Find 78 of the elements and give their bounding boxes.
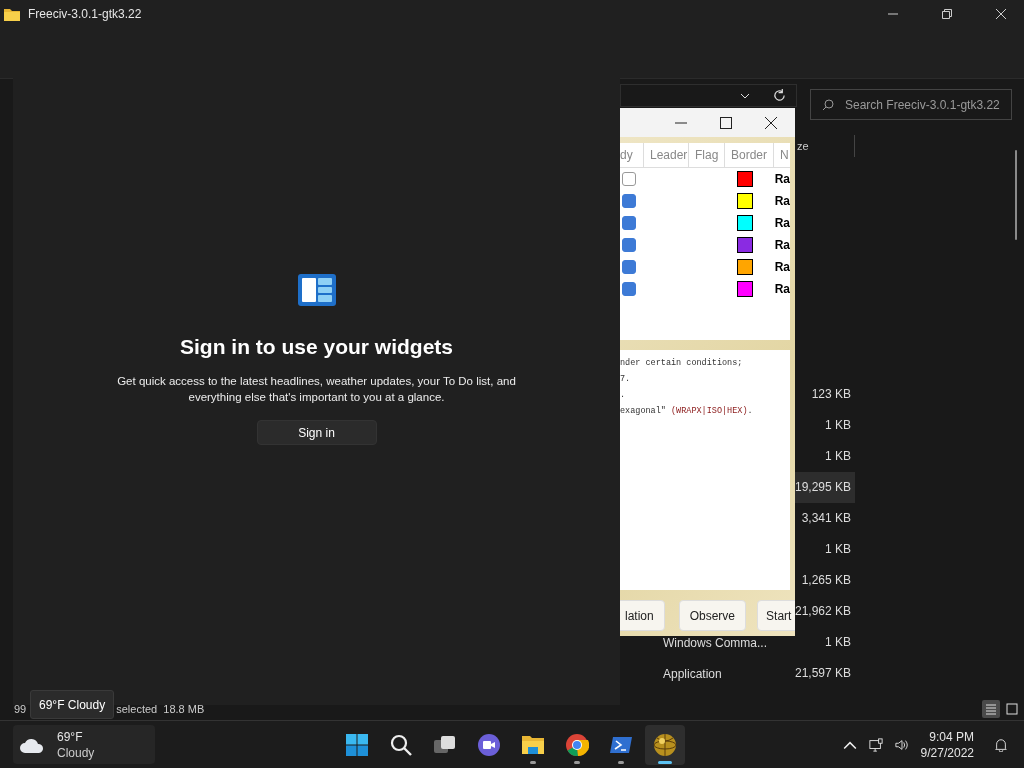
tile-view-icon bbox=[1006, 703, 1018, 715]
window-title: Freeciv-3.0.1-gtk3.22 bbox=[28, 7, 142, 21]
dialog-button[interactable]: lation bbox=[620, 600, 665, 631]
chevron-down-icon[interactable] bbox=[740, 92, 750, 99]
weather-condition: Cloudy bbox=[57, 744, 95, 761]
player-name: Ra bbox=[774, 172, 790, 186]
refresh-icon[interactable] bbox=[773, 89, 786, 102]
globe-icon bbox=[653, 732, 677, 757]
item-count: 99 bbox=[14, 703, 27, 715]
running-indicator bbox=[574, 760, 580, 764]
sign-in-button[interactable]: Sign in bbox=[256, 420, 377, 445]
player-name: Ra bbox=[774, 194, 790, 208]
browser-icon bbox=[565, 732, 589, 757]
tiles-view-button[interactable] bbox=[1003, 700, 1021, 718]
log-line: nder certain conditions; bbox=[620, 358, 744, 370]
running-indicator bbox=[618, 760, 624, 764]
column-header[interactable]: dy bbox=[620, 143, 644, 167]
file-size[interactable]: 19,295 KB bbox=[793, 472, 855, 503]
clock-time: 9:04 PM bbox=[929, 728, 974, 745]
temperature: 69°F bbox=[57, 728, 84, 745]
file-size[interactable]: 3,341 KB bbox=[793, 503, 855, 534]
player-name: Ra bbox=[774, 238, 790, 252]
list-view-icon bbox=[985, 703, 997, 715]
file-size[interactable]: 21,962 KB bbox=[793, 596, 855, 627]
widgets-heading: Sign in to use your widgets bbox=[180, 335, 453, 359]
search-icon bbox=[389, 732, 413, 757]
details-view-button[interactable] bbox=[982, 700, 1000, 718]
clock[interactable]: 9:04 PM 9/27/2022 bbox=[920, 728, 974, 761]
search-field[interactable]: Search Freeciv-3.0.1-gtk3.22 bbox=[810, 89, 1012, 120]
video-camera-icon bbox=[477, 732, 501, 757]
column-header[interactable]: ze bbox=[797, 139, 809, 152]
file-size[interactable]: 1 KB bbox=[793, 627, 855, 658]
file-type: Application bbox=[663, 666, 722, 681]
file-size[interactable]: 1 KB bbox=[793, 441, 855, 472]
file-size[interactable]: 1,265 KB bbox=[793, 565, 855, 596]
ready-checkbox[interactable] bbox=[622, 238, 636, 252]
running-indicator bbox=[658, 760, 672, 764]
network-icon[interactable] bbox=[868, 737, 883, 752]
dialog-button[interactable]: Start bbox=[757, 600, 795, 631]
widgets-icon bbox=[297, 274, 336, 306]
log-line: 7. bbox=[620, 374, 632, 386]
column-header[interactable]: Flag bbox=[689, 143, 725, 167]
column-header[interactable]: Border bbox=[725, 143, 774, 167]
maximize-icon[interactable] bbox=[720, 116, 732, 129]
file-size[interactable]: 1 KB bbox=[793, 534, 855, 565]
log-line: exagonal" (WRAPX|ISO|HEX). bbox=[620, 406, 754, 418]
running-indicator bbox=[530, 760, 536, 764]
player-name: Ra bbox=[774, 282, 790, 296]
column-header[interactable]: N bbox=[774, 143, 789, 167]
file-size[interactable]: 1 KB bbox=[793, 410, 855, 441]
ready-checkbox[interactable] bbox=[622, 282, 636, 296]
log-line: . bbox=[620, 390, 627, 402]
close-icon[interactable] bbox=[765, 116, 777, 129]
restore-icon[interactable] bbox=[942, 9, 952, 19]
speaker-icon[interactable] bbox=[894, 737, 909, 752]
ready-checkbox[interactable] bbox=[622, 194, 636, 208]
weather-widget[interactable]: 69°F Cloudy bbox=[13, 725, 155, 764]
notification-bell-icon[interactable] bbox=[994, 737, 1008, 752]
search-icon bbox=[822, 99, 834, 111]
freeciv-taskbar-button[interactable] bbox=[645, 724, 685, 765]
player-name: Ra bbox=[774, 260, 790, 274]
file-type: Windows Comma... bbox=[663, 635, 768, 650]
ready-checkbox[interactable] bbox=[622, 172, 636, 186]
ready-checkbox[interactable] bbox=[622, 260, 636, 274]
file-size[interactable]: 123 KB bbox=[793, 379, 855, 410]
windows-logo-icon bbox=[345, 732, 369, 757]
folder-icon bbox=[4, 7, 20, 21]
ready-checkbox[interactable] bbox=[622, 216, 636, 230]
column-header[interactable]: Leader bbox=[644, 143, 689, 167]
dialog-button[interactable]: Observe bbox=[678, 600, 747, 631]
widgets-message: Get quick access to the latest headlines, weather updates, your To Do list, and everything else that's important to you at a glance. bbox=[116, 374, 517, 405]
weather-tooltip: 69°F Cloudy bbox=[30, 690, 115, 719]
selection-info: selected 18.8 MB bbox=[116, 703, 205, 715]
scrollbar-thumb[interactable] bbox=[1015, 150, 1017, 240]
cloud-icon bbox=[19, 736, 45, 753]
file-size[interactable]: 21,597 KB bbox=[793, 658, 855, 689]
clock-date: 9/27/2022 bbox=[920, 744, 974, 761]
player-name: Ra bbox=[774, 216, 790, 230]
